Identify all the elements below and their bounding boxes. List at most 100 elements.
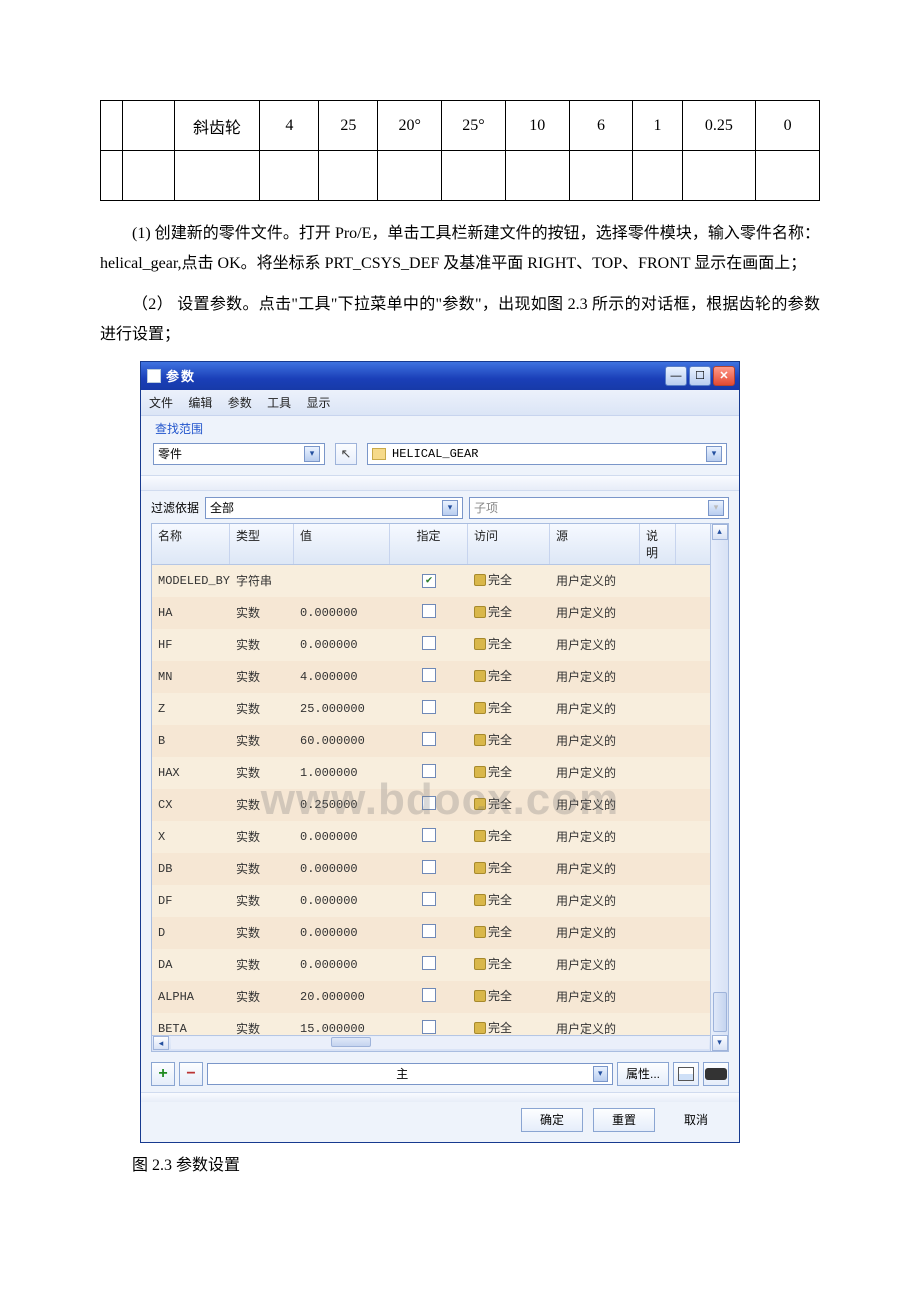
cell-spec[interactable] xyxy=(390,860,468,878)
table-row[interactable]: HF实数0.000000完全用户定义的 xyxy=(152,629,728,661)
table-row[interactable]: CX实数0.250000完全用户定义的 xyxy=(152,789,728,821)
cell-value[interactable]: 4.000000 xyxy=(294,670,390,684)
menu-file[interactable]: 文件 xyxy=(149,396,173,410)
hscroll-thumb[interactable] xyxy=(331,1037,371,1047)
col-value[interactable]: 值 xyxy=(294,524,390,564)
vscroll-thumb[interactable] xyxy=(713,992,727,1032)
cell-spec[interactable] xyxy=(390,573,468,588)
checkbox-icon[interactable] xyxy=(422,732,436,746)
checkbox-icon[interactable] xyxy=(422,828,436,842)
horizontal-scrollbar[interactable]: ◂ ▸ xyxy=(152,1035,728,1051)
cell-value[interactable]: 0.000000 xyxy=(294,862,390,876)
cell-value[interactable]: 25.000000 xyxy=(294,702,390,716)
table-row[interactable]: BETA实数15.000000完全用户定义的 xyxy=(152,1013,728,1035)
cell-spec[interactable] xyxy=(390,604,468,622)
menu-show[interactable]: 显示 xyxy=(306,396,330,410)
cell-value[interactable]: 0.000000 xyxy=(294,830,390,844)
table-row[interactable]: D实数0.000000完全用户定义的 xyxy=(152,917,728,949)
cancel-button[interactable]: 取消 xyxy=(665,1108,727,1132)
table-row[interactable]: HAX实数1.000000完全用户定义的 xyxy=(152,757,728,789)
checkbox-icon[interactable] xyxy=(422,636,436,650)
table-view-icon[interactable] xyxy=(673,1062,699,1086)
cell-spec[interactable] xyxy=(390,924,468,942)
cell-spec[interactable] xyxy=(390,956,468,974)
cell-value[interactable]: 0.000000 xyxy=(294,958,390,972)
cell-spec[interactable] xyxy=(390,700,468,718)
scroll-up-icon[interactable]: ▴ xyxy=(712,524,728,540)
remove-button[interactable]: − xyxy=(179,1062,203,1086)
table-row[interactable]: MODELED_BY字符串完全用户定义的 xyxy=(152,565,728,597)
table-row[interactable]: DF实数0.000000完全用户定义的 xyxy=(152,885,728,917)
col-access[interactable]: 访问 xyxy=(468,524,550,564)
reset-button[interactable]: 重置 xyxy=(593,1108,655,1132)
cell-spec[interactable] xyxy=(390,1020,468,1035)
minimize-button[interactable]: — xyxy=(665,366,687,386)
cell-access: 完全 xyxy=(468,795,550,814)
ok-button[interactable]: 确定 xyxy=(521,1108,583,1132)
file-combo[interactable]: HELICAL_GEAR ▾ xyxy=(367,443,727,465)
table-row[interactable]: Z实数25.000000完全用户定义的 xyxy=(152,693,728,725)
scope-combo[interactable]: 零件 ▾ xyxy=(153,443,325,465)
cell-source: 用户定义的 xyxy=(550,892,640,909)
cell-spec[interactable] xyxy=(390,668,468,686)
checkbox-icon[interactable] xyxy=(422,796,436,810)
cell-value[interactable]: 0.000000 xyxy=(294,638,390,652)
cell-value[interactable]: 0.000000 xyxy=(294,926,390,940)
col-name[interactable]: 名称 xyxy=(152,524,230,564)
subitem-combo[interactable]: 子项 ▾ xyxy=(469,497,729,519)
title-bar[interactable]: 参数 — ☐ ✕ xyxy=(141,362,739,390)
cell-value[interactable]: 1.000000 xyxy=(294,766,390,780)
checkbox-icon[interactable] xyxy=(422,764,436,778)
col-desc[interactable]: 说明 xyxy=(640,524,676,564)
filter-combo[interactable]: 全部 ▾ xyxy=(205,497,463,519)
close-button[interactable]: ✕ xyxy=(713,366,735,386)
cell-value[interactable]: 20.000000 xyxy=(294,990,390,1004)
scroll-down-icon[interactable]: ▾ xyxy=(712,1035,728,1051)
main-combo[interactable]: 主 ▾ xyxy=(207,1063,613,1085)
cell-spec[interactable] xyxy=(390,796,468,814)
scroll-left-icon[interactable]: ◂ xyxy=(153,1036,169,1050)
col-source[interactable]: 源 xyxy=(550,524,640,564)
table-row[interactable]: DB实数0.000000完全用户定义的 xyxy=(152,853,728,885)
cell-value[interactable]: 15.000000 xyxy=(294,1022,390,1035)
cell-value[interactable]: 60.000000 xyxy=(294,734,390,748)
col-type[interactable]: 类型 xyxy=(230,524,294,564)
checkbox-icon[interactable] xyxy=(422,860,436,874)
checkbox-icon[interactable] xyxy=(422,574,436,588)
checkbox-icon[interactable] xyxy=(422,604,436,618)
table-row[interactable]: ALPHA实数20.000000完全用户定义的 xyxy=(152,981,728,1013)
menu-params[interactable]: 参数 xyxy=(228,396,252,410)
cell-value[interactable]: 0.000000 xyxy=(294,606,390,620)
table-row[interactable]: DA实数0.000000完全用户定义的 xyxy=(152,949,728,981)
checkbox-icon[interactable] xyxy=(422,924,436,938)
col-spec[interactable]: 指定 xyxy=(390,524,468,564)
checkbox-icon[interactable] xyxy=(422,668,436,682)
cell-spec[interactable] xyxy=(390,892,468,910)
find-icon[interactable] xyxy=(703,1062,729,1086)
menu-tools[interactable]: 工具 xyxy=(267,396,291,410)
cell-spec[interactable] xyxy=(390,828,468,846)
table-row[interactable]: X实数0.000000完全用户定义的 xyxy=(152,821,728,853)
maximize-button[interactable]: ☐ xyxy=(689,366,711,386)
menu-edit[interactable]: 编辑 xyxy=(188,396,212,410)
checkbox-icon[interactable] xyxy=(422,892,436,906)
cell-spec[interactable] xyxy=(390,732,468,750)
checkbox-icon[interactable] xyxy=(422,700,436,714)
cell-spec[interactable] xyxy=(390,636,468,654)
table-row[interactable]: B实数60.000000完全用户定义的 xyxy=(152,725,728,757)
checkbox-icon[interactable] xyxy=(422,988,436,1002)
cell-access: 完全 xyxy=(468,603,550,622)
cell-spec[interactable] xyxy=(390,764,468,782)
vertical-scrollbar[interactable]: ▴ ▾ xyxy=(710,524,728,1051)
properties-button[interactable]: 属性... xyxy=(617,1062,669,1086)
cell-spec[interactable] xyxy=(390,988,468,1006)
checkbox-icon[interactable] xyxy=(422,956,436,970)
table-row[interactable]: HA实数0.000000完全用户定义的 xyxy=(152,597,728,629)
checkbox-icon[interactable] xyxy=(422,1020,436,1034)
table-row[interactable]: MN实数4.000000完全用户定义的 xyxy=(152,661,728,693)
grid-body[interactable]: www.bdocx.com MODELED_BY字符串完全用户定义的HA实数0.… xyxy=(152,565,728,1035)
cell-value[interactable]: 0.000000 xyxy=(294,894,390,908)
cell-value[interactable]: 0.250000 xyxy=(294,798,390,812)
add-button[interactable]: + xyxy=(151,1062,175,1086)
pointer-button[interactable]: ↖ xyxy=(335,443,357,465)
